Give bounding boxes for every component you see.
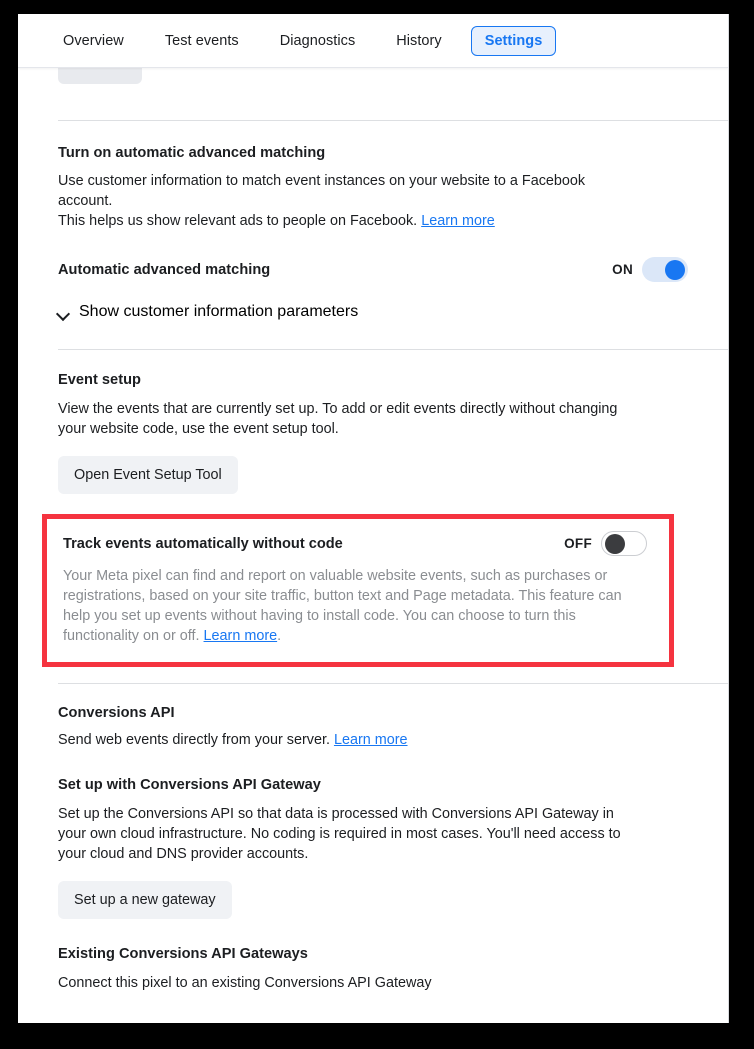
section-event-setup: Event setup View the events that are cur… [18,350,728,514]
clipped-button-above-fold[interactable] [58,68,142,84]
advanced-matching-title: Turn on automatic advanced matching [58,145,326,161]
toggle-knob [605,533,625,554]
existing-gateways-title: Existing Conversions API Gateways [58,946,308,962]
tab-overview[interactable]: Overview [51,26,136,56]
section-conversions-api: Conversions API Send web events directly… [18,684,728,1023]
tab-test-events[interactable]: Test events [153,26,251,56]
event-setup-description: View the events that are currently set u… [58,401,618,437]
conversions-api-title: Conversions API [58,705,175,721]
conversions-api-learn-more-link[interactable]: Learn more [334,732,408,748]
tab-history[interactable]: History [384,26,453,56]
advanced-matching-description: Use customer information to match event … [58,171,636,231]
gateway-setup-title: Set up with Conversions API Gateway [58,777,321,793]
track-events-toggle-state: OFF [564,536,592,551]
manual-setup-title: Set up manually [58,1022,688,1023]
section-automatic-advanced-matching: Turn on automatic advanced matching Use … [18,121,728,349]
track-events-highlight-box: Track events automatically without code … [42,514,674,667]
track-events-title: Track events automatically without code [63,535,343,552]
conversions-api-description: Send web events directly from your serve… [58,730,636,750]
advanced-matching-toggle-state: ON [612,262,633,277]
show-customer-information-parameters-label[interactable]: Show customer information parameters [79,303,358,321]
track-events-toggle-wrap: OFF [564,531,647,556]
track-events-toggle[interactable] [601,531,647,556]
existing-gateways-description: Connect this pixel to an existing Conver… [58,975,432,991]
toggle-knob [665,259,685,280]
advanced-matching-toggle[interactable] [642,257,688,282]
track-events-description: Your Meta pixel can find and report on v… [63,566,647,646]
advanced-matching-desc-line1: Use customer information to match event … [58,173,586,209]
chevron-down-icon [58,309,69,316]
browser-content-area: Overview Test events Diagnostics History… [18,14,729,1023]
screen-frame: Overview Test events Diagnostics History… [0,0,754,1049]
event-setup-title: Event setup [58,372,141,388]
track-events-learn-more-link[interactable]: Learn more [204,628,278,644]
track-events-description-tail: . [277,628,282,644]
conversions-api-description-text: Send web events directly from your serve… [58,732,334,748]
settings-scroll-area[interactable]: Turn on automatic advanced matching Use … [18,68,728,1023]
advanced-matching-toggle-label: Automatic advanced matching [58,261,271,278]
gateway-setup-description: Set up the Conversions API so that data … [58,806,621,862]
track-events-inner: Track events automatically without code … [63,531,647,646]
advanced-matching-desc-line2: This helps us show relevant ads to peopl… [58,213,422,229]
track-events-description-text: Your Meta pixel can find and report on v… [63,568,622,644]
advanced-matching-learn-more-link[interactable]: Learn more [421,213,495,229]
tab-diagnostics[interactable]: Diagnostics [268,26,368,56]
advanced-matching-toggle-wrap: ON [612,257,688,282]
track-events-header-row: Track events automatically without code … [63,531,647,556]
open-event-setup-tool-button[interactable]: Open Event Setup Tool [58,456,238,494]
show-customer-information-parameters-row[interactable]: Show customer information parameters [58,303,688,321]
set-up-new-gateway-button[interactable]: Set up a new gateway [58,881,232,919]
advanced-matching-toggle-row: Automatic advanced matching ON [58,257,688,282]
tab-bar: Overview Test events Diagnostics History… [18,14,728,68]
tab-settings[interactable]: Settings [470,25,557,56]
